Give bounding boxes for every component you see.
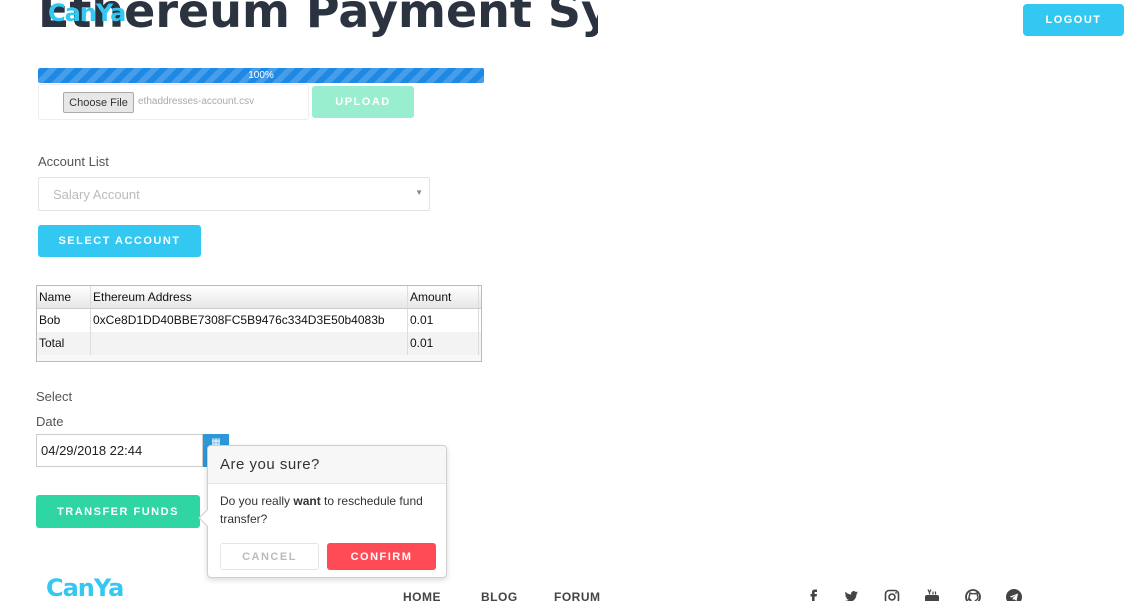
footer-nav-home[interactable]: HOME [403, 590, 441, 601]
upload-button[interactable]: UPLOAD [312, 86, 414, 118]
confirm-popover: Are you sure? Do you really want to resc… [198, 445, 447, 578]
twitter-icon[interactable] [842, 588, 860, 601]
choose-file-button[interactable]: Choose File [63, 92, 134, 113]
selected-file-name: ethaddresses-account.csv [138, 96, 255, 107]
telegram-icon[interactable] [1005, 588, 1023, 601]
facebook-icon[interactable] [805, 588, 823, 601]
column-header-address[interactable]: Ethereum Address [91, 286, 408, 308]
payment-table: Name Ethereum Address Amount Bob 0xCe8D1… [36, 285, 482, 362]
account-select-value: Salary Account [53, 187, 140, 202]
footer-nav-forum[interactable]: FORUM [554, 590, 601, 601]
upload-progress-label: 100% [248, 70, 274, 81]
column-header-amount[interactable]: Amount [408, 286, 479, 308]
cell-total-label: Total [37, 332, 91, 355]
table-total-row: Total 0.01 [37, 332, 481, 355]
column-header-name[interactable]: Name [37, 286, 91, 308]
cell-name: Bob [37, 309, 91, 332]
youtube-icon[interactable] [923, 588, 941, 601]
instagram-icon[interactable] [883, 588, 901, 601]
select-label: Select [36, 389, 73, 404]
confirm-button[interactable]: CONFIRM [327, 543, 436, 570]
footer-nav-blog[interactable]: BLOG [481, 590, 518, 601]
account-list-label: Account List [38, 154, 109, 169]
table-header-row: Name Ethereum Address Amount [37, 286, 481, 309]
cell-amount: 0.01 [408, 309, 479, 332]
popover-arrow [198, 509, 216, 527]
date-input[interactable]: 04/29/2018 22:44 [36, 434, 203, 467]
date-label: Date [36, 414, 64, 429]
upload-progress-bar: 100% [38, 68, 484, 83]
chevron-down-icon: ▼ [415, 188, 423, 197]
transfer-funds-button[interactable]: TRANSFER FUNDS [36, 495, 200, 528]
github-icon[interactable] [964, 588, 982, 601]
cell-total-address [91, 332, 408, 355]
table-row[interactable]: Bob 0xCe8D1DD40BBE7308FC5B9476c334D3E50b… [37, 309, 481, 332]
logout-button[interactable]: LOGOUT [1023, 4, 1124, 36]
account-select[interactable]: Salary Account ▼ [38, 177, 430, 211]
cancel-button[interactable]: CANCEL [220, 543, 319, 570]
footer-logo[interactable]: CanYa [46, 574, 124, 601]
canya-logo[interactable]: CanYa [48, 0, 126, 27]
file-input[interactable]: Choose File ethaddresses-account.csv [38, 84, 309, 120]
cell-total-amount: 0.01 [408, 332, 479, 355]
popover-title: Are you sure? [208, 446, 446, 484]
popover-message-bold: want [293, 494, 321, 508]
popover-message-pre: Do you really [220, 494, 294, 508]
popover-message: Do you really want to reschedule fund tr… [220, 492, 440, 528]
select-account-button[interactable]: SELECT ACCOUNT [38, 225, 201, 257]
cell-address: 0xCe8D1DD40BBE7308FC5B9476c334D3E50b4083… [91, 309, 408, 332]
